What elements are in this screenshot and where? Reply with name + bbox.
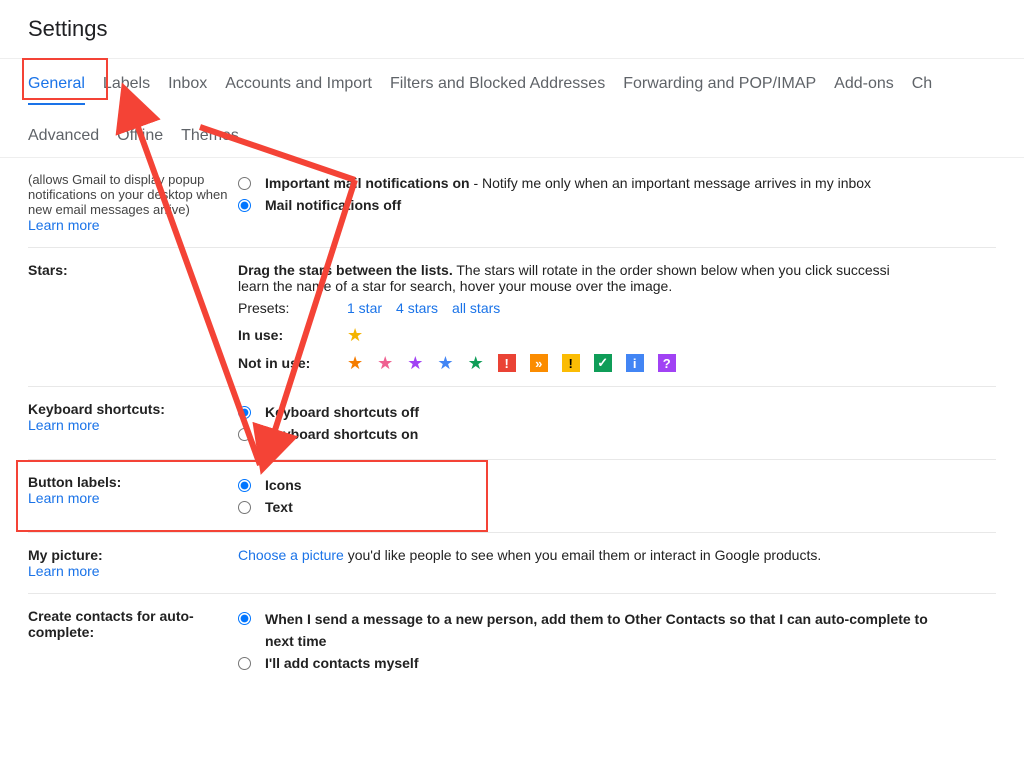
stars-drag-desc: The stars will rotate in the order shown… bbox=[453, 262, 890, 278]
contacts-manual-radio[interactable] bbox=[238, 657, 251, 670]
button-labels-text-radio[interactable] bbox=[238, 501, 251, 514]
content: (allows Gmail to display popup notificat… bbox=[0, 158, 1024, 688]
section-keyboard-shortcuts: Keyboard shortcuts: Learn more Keyboard … bbox=[28, 387, 996, 460]
keyboard-off-radio[interactable] bbox=[238, 406, 251, 419]
contacts-heading: Create contacts for auto-complete: bbox=[28, 608, 238, 640]
keyboard-heading: Keyboard shortcuts: bbox=[28, 401, 238, 417]
button-labels-icons-radio[interactable] bbox=[238, 479, 251, 492]
tab-labels[interactable]: Labels bbox=[103, 59, 150, 105]
star-purple-icon[interactable]: ★ bbox=[407, 354, 423, 372]
notif-off-label: Mail notifications off bbox=[265, 194, 401, 216]
notif-off-row[interactable]: Mail notifications off bbox=[238, 194, 996, 216]
picture-desc: you'd like people to see when you email … bbox=[344, 547, 821, 563]
tab-advanced[interactable]: Advanced bbox=[28, 111, 99, 157]
mark-blue-info-icon[interactable]: i bbox=[626, 354, 644, 372]
tab-general[interactable]: General bbox=[28, 59, 85, 105]
button-labels-text-label: Text bbox=[265, 496, 293, 518]
mark-yellow-excl-icon[interactable]: ! bbox=[562, 354, 580, 372]
not-in-use-label: Not in use: bbox=[238, 355, 333, 371]
mark-purple-q-icon[interactable]: ? bbox=[658, 354, 676, 372]
section-button-labels: Button labels: Learn more Icons Text bbox=[28, 460, 996, 533]
stars-heading: Stars: bbox=[28, 262, 68, 278]
contacts-auto-label: When I send a message to a new person, a… bbox=[265, 611, 928, 627]
star-green-icon[interactable]: ★ bbox=[468, 354, 484, 372]
tabs-row-2: Advanced Offline Themes bbox=[0, 111, 1024, 158]
presets-label: Presets: bbox=[238, 300, 333, 316]
star-blue-icon[interactable]: ★ bbox=[437, 354, 453, 372]
page-title: Settings bbox=[0, 0, 1024, 52]
mark-orange-raquo-icon[interactable]: » bbox=[530, 354, 548, 372]
contacts-auto-radio[interactable] bbox=[238, 612, 251, 625]
tab-filters[interactable]: Filters and Blocked Addresses bbox=[390, 59, 605, 105]
keyboard-on-row[interactable]: Keyboard shortcuts on bbox=[238, 423, 996, 445]
stars-drag-desc2: learn the name of a star for search, hov… bbox=[238, 278, 996, 294]
preset-4stars-link[interactable]: 4 stars bbox=[396, 300, 438, 316]
picture-heading: My picture: bbox=[28, 547, 238, 563]
button-labels-heading: Button labels: bbox=[28, 474, 238, 490]
tab-themes[interactable]: Themes bbox=[181, 111, 239, 157]
button-labels-learn-more-link[interactable]: Learn more bbox=[28, 490, 238, 506]
star-yellow-icon[interactable]: ★ bbox=[347, 326, 363, 344]
mark-green-check-icon[interactable]: ✓ bbox=[594, 354, 612, 372]
in-use-label: In use: bbox=[238, 327, 333, 343]
tabs-row-1: General Labels Inbox Accounts and Import… bbox=[0, 58, 1024, 105]
contacts-auto-row[interactable]: When I send a message to a new person, a… bbox=[238, 608, 996, 652]
preset-allstars-link[interactable]: all stars bbox=[452, 300, 500, 316]
contacts-manual-row[interactable]: I'll add contacts myself bbox=[238, 652, 996, 674]
section-create-contacts: Create contacts for auto-complete: When … bbox=[28, 594, 996, 688]
keyboard-learn-more-link[interactable]: Learn more bbox=[28, 417, 238, 433]
tab-accounts[interactable]: Accounts and Import bbox=[225, 59, 372, 105]
keyboard-on-label: Keyboard shortcuts on bbox=[265, 423, 418, 445]
tab-inbox[interactable]: Inbox bbox=[168, 59, 207, 105]
keyboard-off-row[interactable]: Keyboard shortcuts off bbox=[238, 401, 996, 423]
tab-forwarding[interactable]: Forwarding and POP/IMAP bbox=[623, 59, 816, 105]
keyboard-on-radio[interactable] bbox=[238, 428, 251, 441]
notifications-desc: (allows Gmail to display popup notificat… bbox=[28, 172, 238, 217]
tab-chat[interactable]: Ch bbox=[912, 59, 932, 105]
star-pink-icon[interactable]: ★ bbox=[377, 354, 393, 372]
mark-red-excl-icon[interactable]: ! bbox=[498, 354, 516, 372]
star-orange-icon[interactable]: ★ bbox=[347, 354, 363, 372]
contacts-manual-label: I'll add contacts myself bbox=[265, 652, 419, 674]
button-labels-icons-label: Icons bbox=[265, 474, 302, 496]
stars-drag-label: Drag the stars between the lists. bbox=[238, 262, 453, 278]
button-labels-text-row[interactable]: Text bbox=[238, 496, 996, 518]
preset-1star-link[interactable]: 1 star bbox=[347, 300, 382, 316]
contacts-auto-label2: next time bbox=[265, 633, 326, 649]
section-stars: Stars: Drag the stars between the lists.… bbox=[28, 248, 996, 387]
picture-learn-more-link[interactable]: Learn more bbox=[28, 563, 238, 579]
notif-off-radio[interactable] bbox=[238, 199, 251, 212]
notif-important-on-row[interactable]: Important mail notifications on - Notify… bbox=[238, 172, 996, 194]
notif-important-on-label: Important mail notifications on bbox=[265, 175, 470, 191]
notif-important-on-radio[interactable] bbox=[238, 177, 251, 190]
tab-addons[interactable]: Add-ons bbox=[834, 59, 894, 105]
keyboard-off-label: Keyboard shortcuts off bbox=[265, 401, 419, 423]
section-my-picture: My picture: Learn more Choose a picture … bbox=[28, 533, 996, 594]
section-notifications: (allows Gmail to display popup notificat… bbox=[28, 158, 996, 248]
notifications-learn-more-link[interactable]: Learn more bbox=[28, 217, 238, 233]
notif-important-on-desc: - Notify me only when an important messa… bbox=[470, 175, 872, 191]
button-labels-icons-row[interactable]: Icons bbox=[238, 474, 996, 496]
choose-picture-link[interactable]: Choose a picture bbox=[238, 547, 344, 563]
tab-offline[interactable]: Offline bbox=[117, 111, 163, 157]
